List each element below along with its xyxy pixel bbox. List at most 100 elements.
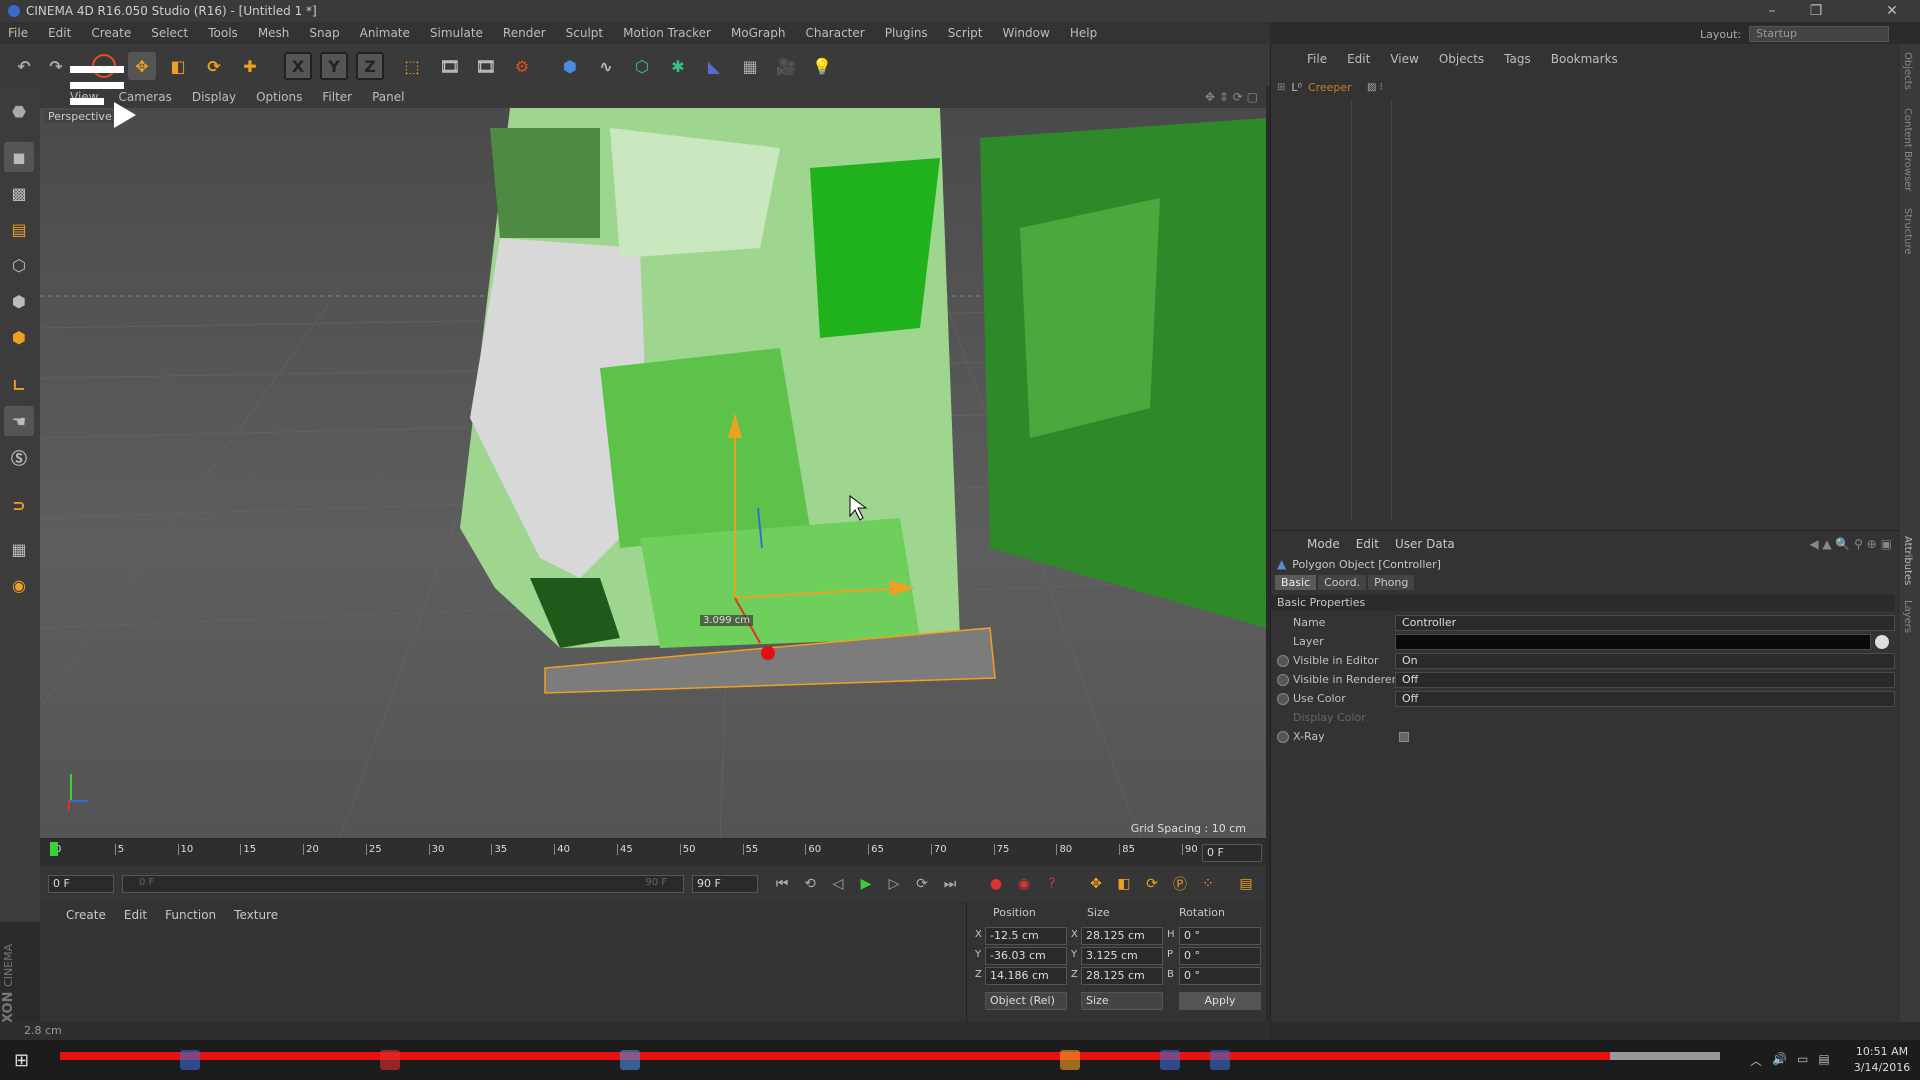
size-z-field[interactable]: 28.125 cm	[1081, 967, 1163, 985]
creeper-head-object[interactable]	[460, 108, 1266, 694]
object-list-item[interactable]: ⊞ L⁰ Creeper ▨ ⁝	[1277, 78, 1897, 96]
tab-coord[interactable]: Coord.	[1318, 575, 1367, 590]
go-to-end-icon[interactable]: ⏭	[940, 874, 960, 894]
taskbar-app-icon[interactable]	[620, 1050, 640, 1070]
side-tab-layers[interactable]: Layers	[1902, 600, 1913, 633]
coordinate-system-icon[interactable]: ⬚	[398, 52, 426, 80]
deformer-icon[interactable]: ◣	[700, 52, 728, 80]
side-tab-structure[interactable]: Structure	[1902, 208, 1913, 255]
side-tab-objects[interactable]: Objects	[1902, 52, 1913, 90]
rotate-icon[interactable]: ⟳	[200, 52, 228, 80]
previous-frame-icon[interactable]: ◁	[828, 874, 848, 894]
solo-mode-icon[interactable]: Ⓢ	[4, 442, 34, 472]
snap-magnet-icon[interactable]: ⊃	[4, 490, 34, 520]
rotation-p-field[interactable]: 0 °	[1179, 947, 1261, 965]
attr-nav-icons[interactable]: ◀ ▲ 🔍 ⚲ ⊕ ▣	[1809, 537, 1892, 551]
layer-field[interactable]	[1395, 633, 1871, 650]
name-input[interactable]: Controller	[1395, 614, 1895, 631]
model-mode-icon[interactable]: ◼	[4, 142, 34, 172]
render-view-icon[interactable]: 🎞	[436, 52, 464, 80]
tweak-mode-icon[interactable]: ☚	[4, 406, 34, 436]
visible-in-editor-dropdown[interactable]: On	[1395, 652, 1895, 669]
key-position-icon[interactable]: ✥	[1086, 874, 1106, 894]
x-axis-lock-button[interactable]: X	[284, 52, 312, 80]
next-frame-icon[interactable]: ▷	[884, 874, 904, 894]
tab-basic[interactable]: Basic	[1275, 575, 1317, 590]
menu-script[interactable]: Script	[948, 26, 983, 40]
menu-window[interactable]: Window	[1003, 26, 1050, 40]
menu-tools[interactable]: Tools	[208, 26, 238, 40]
array-generator-icon[interactable]: ✱	[664, 52, 692, 80]
previous-key-icon[interactable]: ⟲	[800, 874, 820, 894]
workplane-icon[interactable]: ▤	[4, 214, 34, 244]
taskbar-clock[interactable]: 10:51 AM 3/14/2016	[1850, 1044, 1914, 1076]
size-mode-dropdown[interactable]: Size	[1081, 992, 1163, 1010]
z-axis-lock-button[interactable]: Z	[356, 52, 384, 80]
maximize-button[interactable]: ❐	[1796, 0, 1836, 22]
spline-pen-icon[interactable]: ∿	[592, 52, 620, 80]
material-menu-create[interactable]: Create	[66, 908, 106, 922]
go-to-start-icon[interactable]: ⏮	[772, 874, 792, 894]
taskbar-app-icon[interactable]	[180, 1050, 200, 1070]
undo-icon[interactable]: ↶	[10, 52, 38, 80]
play-forward-icon[interactable]: ▶	[856, 874, 876, 894]
menu-simulate[interactable]: Simulate	[430, 26, 483, 40]
animate-toggle-icon[interactable]	[1277, 730, 1289, 743]
render-settings-icon[interactable]: ⚙	[508, 52, 536, 80]
object-menu-tags[interactable]: Tags	[1504, 52, 1531, 66]
viewport-nav-icons[interactable]: ✥ ⇕ ⟳ ▢	[1205, 90, 1258, 104]
key-rotation-icon[interactable]: ⟳	[1142, 874, 1162, 894]
animate-toggle-icon[interactable]	[1277, 673, 1289, 686]
points-mode-icon[interactable]: ⬡	[4, 250, 34, 280]
make-editable-icon[interactable]: ⬣	[4, 96, 34, 126]
axis-mode-icon[interactable]: ∟	[4, 370, 34, 400]
viewport-menu-panel[interactable]: Panel	[372, 90, 404, 104]
viewport-scene[interactable]	[40, 108, 1266, 838]
timeline-window-icon[interactable]: ▤	[1236, 874, 1256, 894]
polygons-mode-icon[interactable]: ⬢	[4, 322, 34, 352]
next-key-icon[interactable]: ⟳	[912, 874, 932, 894]
taskbar-app-icon[interactable]	[1160, 1050, 1180, 1070]
minimize-button[interactable]: –	[1752, 0, 1792, 22]
object-menu-view[interactable]: View	[1390, 52, 1418, 66]
volume-icon[interactable]: 🔊	[1772, 1052, 1787, 1069]
tray-chevron-icon[interactable]: ︿	[1750, 1052, 1762, 1069]
subdivision-surface-icon[interactable]: ⬡	[628, 52, 656, 80]
menu-mograph[interactable]: MoGraph	[731, 26, 786, 40]
side-tab-content-browser[interactable]: Content Browser	[1902, 108, 1913, 191]
edges-mode-icon[interactable]: ⬢	[4, 286, 34, 316]
network-icon[interactable]: ▭	[1797, 1052, 1808, 1069]
animate-toggle-icon[interactable]	[1277, 692, 1289, 705]
taskbar-app-icon[interactable]	[380, 1050, 400, 1070]
grid-lock-icon[interactable]: ▦	[4, 534, 34, 564]
rotation-b-field[interactable]: 0 °	[1179, 967, 1261, 985]
y-axis-lock-button[interactable]: Y	[320, 52, 348, 80]
viewport-menu-options[interactable]: Options	[256, 90, 302, 104]
camera-icon[interactable]: 🎥	[772, 52, 800, 80]
menu-file[interactable]: File	[8, 26, 28, 40]
gizmo-z-handle[interactable]	[761, 646, 775, 660]
menu-mesh[interactable]: Mesh	[258, 26, 290, 40]
size-y-field[interactable]: 3.125 cm	[1081, 947, 1163, 965]
attr-menu-user-data[interactable]: User Data	[1395, 537, 1455, 551]
record-active-objects-icon[interactable]: ●	[986, 874, 1006, 894]
autokeying-icon[interactable]: ◉	[1014, 874, 1034, 894]
object-menu-file[interactable]: File	[1307, 52, 1327, 66]
animate-toggle-icon[interactable]	[1277, 654, 1289, 667]
side-tab-attributes[interactable]: Attributes	[1902, 536, 1913, 585]
menu-help[interactable]: Help	[1070, 26, 1097, 40]
redo-icon[interactable]: ↷	[42, 52, 70, 80]
layer-clear-icon[interactable]	[1875, 634, 1889, 649]
use-color-dropdown[interactable]: Off	[1395, 690, 1895, 707]
coordinate-mode-dropdown[interactable]: Object (Rel)	[985, 992, 1067, 1010]
play-overlay-icon[interactable]	[114, 102, 136, 128]
object-menu-bookmarks[interactable]: Bookmarks	[1551, 52, 1618, 66]
rotation-h-field[interactable]: 0 °	[1179, 927, 1261, 945]
light-icon[interactable]: 💡	[808, 52, 836, 80]
texture-mode-icon[interactable]: ▩	[4, 178, 34, 208]
object-menu-edit[interactable]: Edit	[1347, 52, 1370, 66]
scale-icon[interactable]: ◧	[164, 52, 192, 80]
render-picture-viewer-icon[interactable]: 🎞	[472, 52, 500, 80]
3d-viewport[interactable]: Perspective 3.099 cm Grid Spacing : 10 c…	[40, 108, 1266, 838]
key-parameter-icon[interactable]: Ⓟ	[1170, 874, 1190, 894]
